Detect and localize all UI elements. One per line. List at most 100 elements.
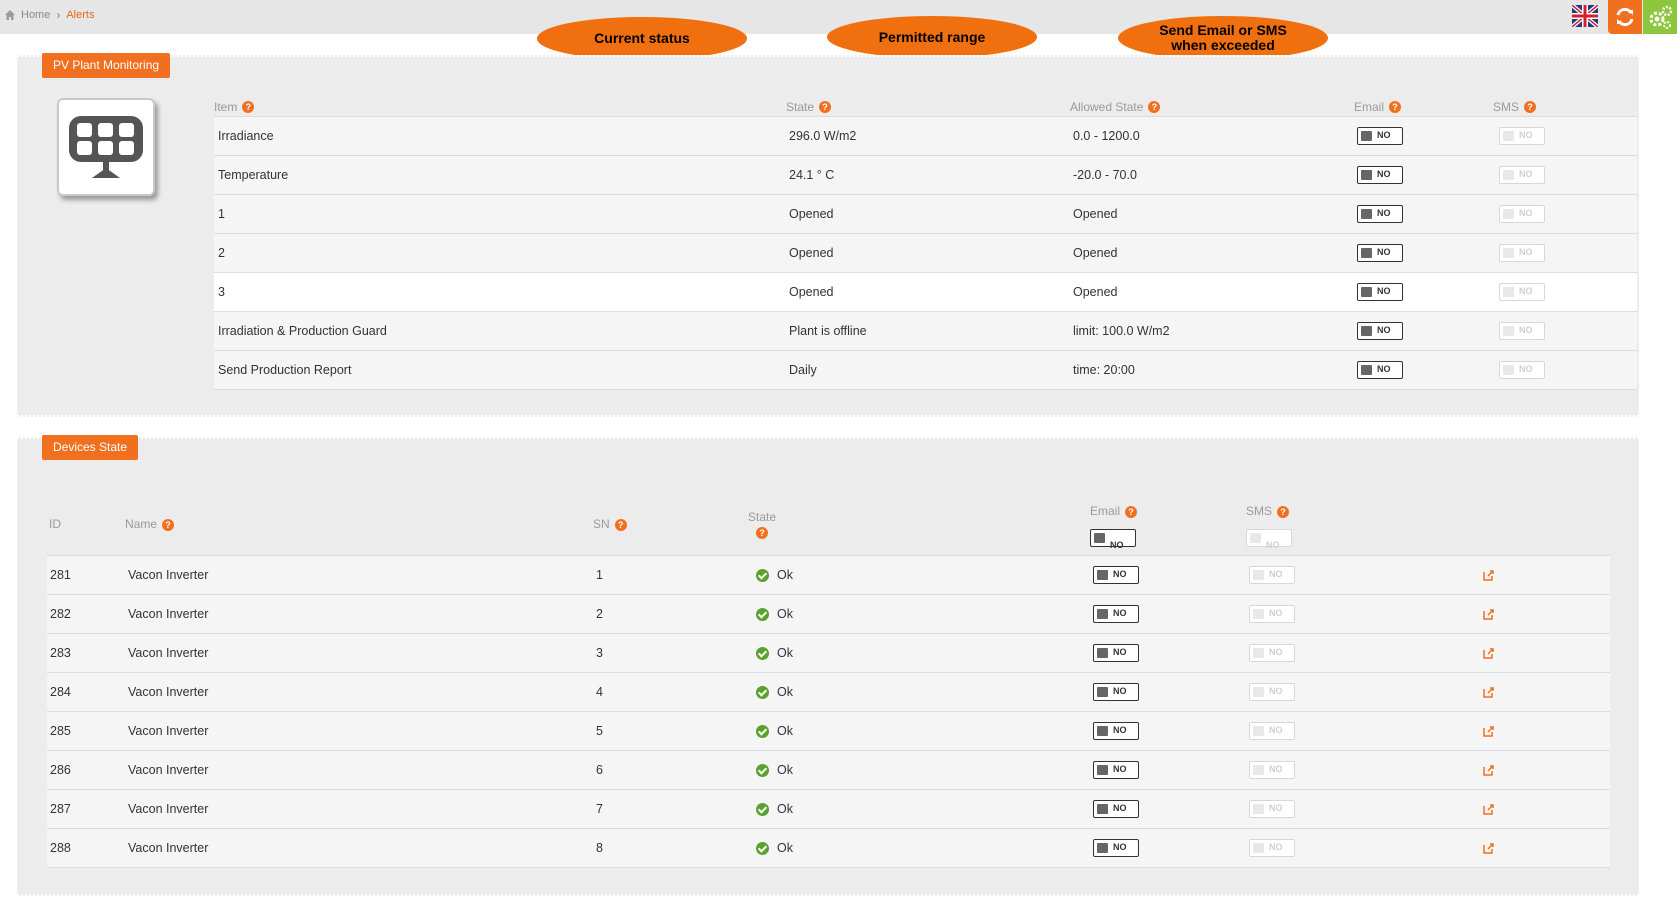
sms-toggle: NO bbox=[1249, 605, 1295, 623]
email-toggle[interactable]: NO bbox=[1093, 722, 1139, 740]
name-cell: Vacon Inverter bbox=[125, 633, 593, 673]
plant-table-header: Item? State? Allowed State? Email? SMS? bbox=[214, 97, 1637, 117]
external-link-icon[interactable] bbox=[1482, 803, 1495, 816]
ok-icon bbox=[756, 764, 769, 778]
ok-icon bbox=[756, 647, 769, 661]
help-icon[interactable]: ? bbox=[162, 518, 175, 531]
sms-toggle: NO bbox=[1499, 127, 1545, 145]
help-icon[interactable]: ? bbox=[819, 101, 832, 114]
table-row: 288 Vacon Inverter 8 Ok NO NO bbox=[47, 828, 1610, 868]
email-toggle[interactable]: NO bbox=[1093, 800, 1139, 818]
help-icon[interactable]: ? bbox=[1524, 101, 1537, 114]
table-row: 286 Vacon Inverter 6 Ok NO NO bbox=[47, 750, 1610, 790]
pv-plant-title: PV Plant Monitoring bbox=[42, 53, 171, 78]
solar-panel-icon bbox=[69, 116, 143, 178]
sms-toggle: NO bbox=[1499, 283, 1545, 301]
email-toggle[interactable]: NO bbox=[1357, 205, 1403, 223]
id-cell: 287 bbox=[47, 789, 125, 829]
col-name: Name? bbox=[125, 493, 593, 556]
external-link-icon[interactable] bbox=[1482, 569, 1495, 582]
col-sms: SMS? bbox=[1493, 97, 1637, 117]
pv-plant-panel: PV Plant Monitoring Item? State? Allowed… bbox=[17, 53, 1639, 417]
sn-cell: 1 bbox=[593, 555, 748, 595]
allowed-cell: -20.0 - 70.0 bbox=[1067, 155, 1351, 195]
email-toggle[interactable]: NO bbox=[1093, 644, 1139, 662]
refresh-icon bbox=[1616, 7, 1634, 27]
email-toggle[interactable]: NO bbox=[1357, 166, 1403, 184]
email-toggle[interactable]: NO bbox=[1093, 566, 1139, 584]
external-link-icon[interactable] bbox=[1482, 647, 1495, 660]
external-link-icon[interactable] bbox=[1482, 842, 1495, 855]
help-icon[interactable]: ? bbox=[1125, 505, 1138, 518]
home-icon[interactable] bbox=[4, 9, 16, 21]
help-icon[interactable]: ? bbox=[1389, 101, 1402, 114]
external-link-icon[interactable] bbox=[1482, 764, 1495, 777]
email-toggle[interactable]: NO bbox=[1093, 605, 1139, 623]
id-cell: 288 bbox=[47, 828, 125, 868]
col-item: Item? bbox=[214, 97, 783, 117]
state-cell: 24.1 ° C bbox=[783, 155, 1067, 195]
help-icon[interactable]: ? bbox=[1148, 101, 1161, 114]
sms-all-toggle: NO bbox=[1246, 528, 1292, 550]
settings-button[interactable] bbox=[1643, 0, 1677, 34]
col-sms: SMS? NO bbox=[1246, 493, 1482, 556]
table-row: Temperature 24.1 ° C -20.0 - 70.0 NO NO bbox=[214, 155, 1637, 195]
allowed-cell: Opened bbox=[1067, 194, 1351, 234]
email-toggle[interactable]: NO bbox=[1357, 322, 1403, 340]
email-all-toggle[interactable]: NO bbox=[1090, 528, 1136, 550]
name-cell: Vacon Inverter bbox=[125, 828, 593, 868]
table-row: 283 Vacon Inverter 3 Ok NO NO bbox=[47, 633, 1610, 673]
sms-toggle: NO bbox=[1249, 839, 1295, 857]
col-allowed-state: Allowed State? bbox=[1067, 97, 1351, 117]
callout-current-status: Current status bbox=[537, 17, 747, 60]
col-state: State? bbox=[783, 97, 1067, 117]
sn-cell: 5 bbox=[593, 711, 748, 751]
help-icon[interactable]: ? bbox=[614, 518, 627, 531]
help-icon[interactable]: ? bbox=[756, 526, 768, 539]
callout-permitted-range: Permitted range bbox=[827, 16, 1037, 58]
ok-icon bbox=[756, 686, 769, 700]
col-actions bbox=[1482, 493, 1610, 556]
table-row: 281 Vacon Inverter 1 Ok NO NO bbox=[47, 555, 1610, 595]
table-row: Send Production Report Daily time: 20:00… bbox=[214, 350, 1637, 390]
allowed-cell: limit: 100.0 W/m2 bbox=[1067, 311, 1351, 351]
external-link-icon[interactable] bbox=[1482, 725, 1495, 738]
name-cell: Vacon Inverter bbox=[125, 711, 593, 751]
help-icon[interactable]: ? bbox=[242, 101, 255, 114]
ok-icon bbox=[756, 725, 769, 739]
refresh-button[interactable] bbox=[1608, 0, 1642, 34]
email-toggle[interactable]: NO bbox=[1357, 283, 1403, 301]
external-link-icon[interactable] bbox=[1482, 686, 1495, 699]
email-toggle[interactable]: NO bbox=[1093, 761, 1139, 779]
email-toggle[interactable]: NO bbox=[1093, 683, 1139, 701]
col-sn: SN? bbox=[593, 493, 748, 556]
id-cell: 286 bbox=[47, 750, 125, 790]
table-row: 285 Vacon Inverter 5 Ok NO NO bbox=[47, 711, 1610, 751]
col-email: Email? bbox=[1351, 97, 1493, 117]
state-cell: Ok bbox=[748, 828, 1090, 868]
email-toggle[interactable]: NO bbox=[1357, 361, 1403, 379]
state-cell: Plant is offline bbox=[783, 311, 1067, 351]
uk-flag-icon[interactable] bbox=[1572, 5, 1598, 27]
help-icon[interactable]: ? bbox=[1277, 505, 1290, 518]
allowed-cell: Opened bbox=[1067, 272, 1351, 312]
state-cell: Ok bbox=[748, 750, 1090, 790]
item-cell: Temperature bbox=[214, 155, 783, 195]
external-link-icon[interactable] bbox=[1482, 608, 1495, 621]
sn-cell: 6 bbox=[593, 750, 748, 790]
table-row: Irradiation & Production Guard Plant is … bbox=[214, 311, 1637, 351]
state-cell: Opened bbox=[783, 272, 1067, 312]
callout-send-email-sms: Send Email or SMS when exceeded bbox=[1118, 16, 1328, 60]
sms-toggle: NO bbox=[1499, 205, 1545, 223]
allowed-cell: 0.0 - 1200.0 bbox=[1067, 116, 1351, 156]
email-toggle[interactable]: NO bbox=[1093, 839, 1139, 857]
state-cell: Ok bbox=[748, 555, 1090, 595]
breadcrumb-home[interactable]: Home bbox=[21, 9, 50, 21]
table-row: 1 Opened Opened NO NO bbox=[214, 194, 1637, 234]
state-cell: Ok bbox=[748, 789, 1090, 829]
allowed-cell: Opened bbox=[1067, 233, 1351, 273]
email-toggle[interactable]: NO bbox=[1357, 244, 1403, 262]
breadcrumb-current[interactable]: Alerts bbox=[66, 9, 94, 21]
email-toggle[interactable]: NO bbox=[1357, 127, 1403, 145]
id-cell: 282 bbox=[47, 594, 125, 634]
